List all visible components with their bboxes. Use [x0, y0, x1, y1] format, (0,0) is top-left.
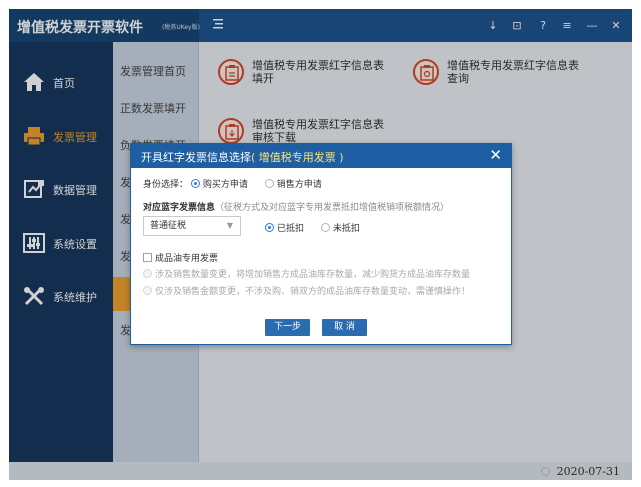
radio-icon: [320, 223, 330, 232]
identity-option-label: 销售方申请: [276, 180, 322, 190]
tax-method-select[interactable]: 普通征税 ▼: [143, 216, 241, 236]
deduct-option-label: 未抵扣: [332, 224, 360, 234]
deduct-option-label: 已抵扣: [277, 224, 305, 234]
oil-option-amount-item[interactable]: 仅涉及销售金额变更，不涉及购、销双方的成品油库存数量变动，需谨慎操作！: [143, 284, 470, 297]
oil-invoice-label: 成品油专用发票: [155, 254, 219, 264]
identity-row: 身份选择： 购买方申请 销售方申请: [143, 177, 336, 190]
deduct-option-deducted[interactable]: 已抵扣: [265, 221, 304, 234]
identity-option-buyer[interactable]: 购买方申请: [190, 177, 248, 190]
dialog-close-icon[interactable]: ✕: [489, 147, 502, 163]
oil-invoice-checkbox[interactable]: [143, 253, 152, 262]
dialog-title-highlight: ( 增值税专用发票 ): [251, 151, 344, 164]
dialog-title-text: 开具红字发票信息选择: [141, 151, 251, 164]
blue-invoice-label: 对应蓝字发票信息: [143, 203, 216, 213]
dialog-title: 开具红字发票信息选择( 增值税专用发票 ): [141, 149, 344, 165]
cancel-button[interactable]: 取 消: [322, 319, 367, 336]
dialog-header: 开具红字发票信息选择( 增值税专用发票 ) ✕: [131, 144, 511, 168]
blue-invoice-hint: （征税方式及对应蓝字专用发票抵扣增值税销项税额情况）: [215, 203, 450, 213]
deduct-option-not-deducted[interactable]: 未抵扣: [320, 221, 360, 234]
oil-option-quantity-item[interactable]: 涉及销售数量变更，将增加销售方成品油库存数量，减少购货方成品油库存数量: [143, 267, 470, 280]
radio-checked-icon: [265, 223, 274, 232]
oil-option-amount: 仅涉及销售金额变更，不涉及购、销双方的成品油库存数量变动，需谨慎操作！: [143, 284, 484, 297]
tax-method-value: 普通征税: [150, 221, 187, 231]
radio-disabled-icon: [143, 269, 152, 278]
radio-disabled-icon: [143, 286, 152, 295]
deduct-row: 已抵扣 未抵扣: [265, 221, 374, 234]
oil-option-label: 仅涉及销售金额变更，不涉及购、销双方的成品油库存数量变动，需谨慎操作！: [155, 287, 471, 297]
identity-option-label: 购买方申请: [202, 180, 248, 190]
next-button[interactable]: 下一步: [265, 319, 310, 336]
oil-invoice-row[interactable]: 成品油专用发票: [143, 251, 218, 264]
radio-icon: [264, 179, 274, 188]
red-invoice-dialog: 开具红字发票信息选择( 增值税专用发票 ) ✕ 身份选择： 购买方申请 销售方申…: [130, 143, 512, 345]
identity-label: 身份选择：: [143, 180, 189, 190]
oil-option-label: 涉及销售数量变更，将增加销售方成品油库存数量，减少购货方成品油库存数量: [155, 270, 471, 280]
radio-checked-icon: [190, 179, 200, 188]
blue-invoice-row: 对应蓝字发票信息（征税方式及对应蓝字专用发票抵扣增值税销项税额情况）: [143, 200, 449, 213]
oil-option-quantity: 涉及销售数量变更，将增加销售方成品油库存数量，减少购货方成品油库存数量: [143, 267, 484, 280]
identity-option-seller[interactable]: 销售方申请: [264, 177, 322, 190]
chevron-down-icon: ▼: [226, 221, 233, 230]
